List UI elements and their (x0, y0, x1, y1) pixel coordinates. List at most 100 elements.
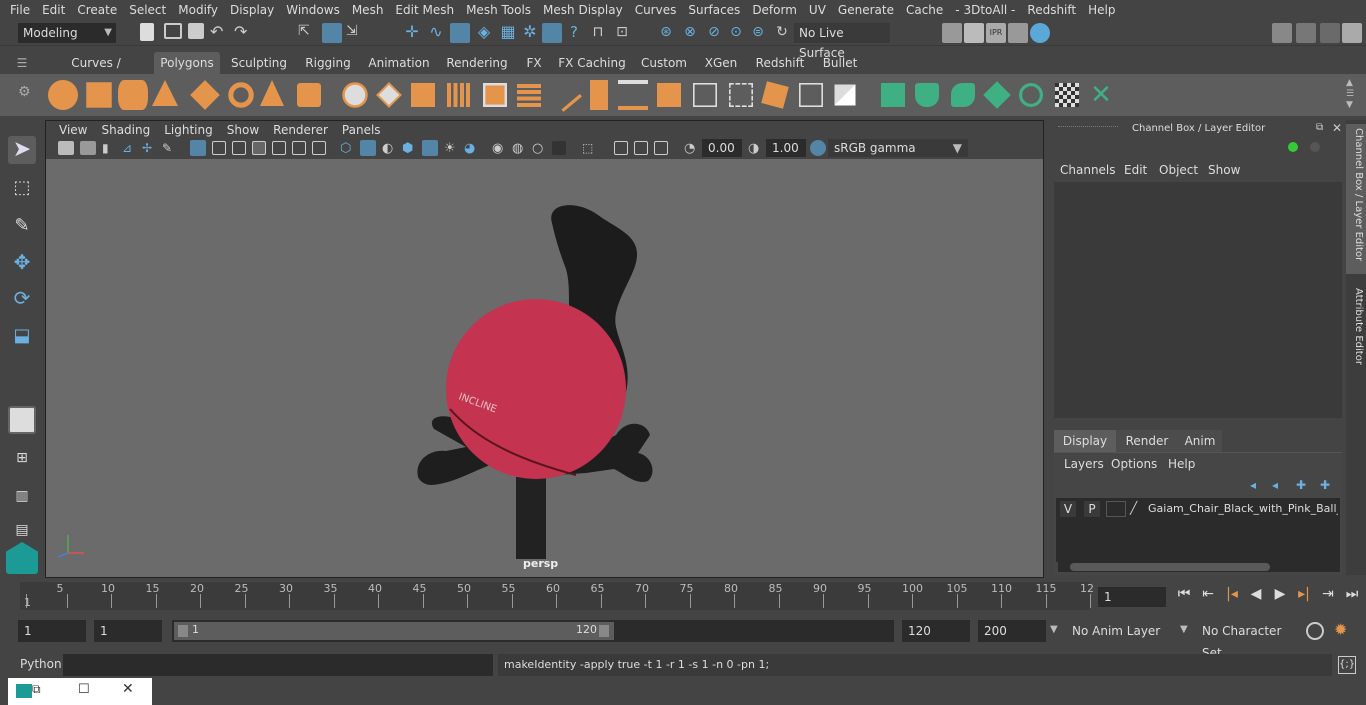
step-back-key-icon[interactable]: ⇤ (1198, 586, 1218, 602)
command-language-label[interactable]: Python (20, 657, 62, 671)
snap-curve-icon[interactable]: ∿ (426, 23, 446, 43)
collapse-icon[interactable] (834, 84, 856, 106)
range-right-grip[interactable] (599, 625, 609, 637)
hypershade-icon[interactable] (1030, 23, 1050, 43)
side-tab-attribute-editor[interactable]: Attribute Editor (1348, 288, 1364, 378)
bookmark-icon[interactable]: ▮ (102, 141, 112, 155)
tab-rigging[interactable]: Rigging (300, 52, 356, 74)
select-tool-icon[interactable]: ➤ (8, 136, 36, 164)
target-icon[interactable]: ⊡ (612, 23, 632, 43)
redo-icon[interactable]: ↷ (234, 23, 254, 43)
wireframe-on-shaded-icon[interactable]: ⬢ (402, 141, 416, 156)
tab-rendering[interactable]: Rendering (444, 52, 510, 74)
play-backward-icon[interactable]: ◀ (1246, 586, 1266, 602)
target-weld-icon[interactable] (799, 83, 823, 107)
modeling-toolkit-icon[interactable] (1272, 23, 1292, 43)
ipr-icon[interactable]: IPR (986, 23, 1006, 43)
script-editor-icon[interactable]: {;} (1338, 656, 1356, 674)
extrude-icon[interactable] (590, 80, 608, 110)
cb-menu-show[interactable]: Show (1208, 163, 1240, 177)
camera-attributes-icon[interactable] (80, 141, 96, 155)
tab-fx-caching[interactable]: FX Caching (558, 52, 626, 74)
select-components-icon[interactable]: ⇲ (346, 23, 366, 43)
tab-bullet[interactable]: Bullet (818, 52, 862, 74)
close-icon[interactable]: ✕ (122, 681, 134, 697)
merge-icon[interactable] (761, 81, 789, 109)
scale-tool-icon[interactable]: ⬓ (8, 322, 36, 350)
uv-editor-icon[interactable]: ✕ (1086, 80, 1116, 110)
snap-view-icon[interactable]: ◈ (474, 23, 494, 43)
live-surface-field[interactable]: No Live Surface (794, 23, 890, 60)
menu-mesh[interactable]: Mesh (346, 3, 390, 17)
shadows-icon[interactable]: ◕ (464, 141, 478, 156)
playback-end-input[interactable]: 120 (902, 620, 970, 642)
hud-icon[interactable] (614, 141, 628, 155)
menu-mesh-display[interactable]: Mesh Display (537, 3, 629, 17)
character-set-dropdown[interactable]: No Character Set (1196, 620, 1300, 660)
color-management-icon[interactable] (810, 140, 826, 156)
auto-key-icon[interactable] (1306, 622, 1324, 640)
playback-start-input[interactable]: 1 (94, 620, 162, 642)
open-scene-icon[interactable] (164, 23, 182, 39)
construction-icon[interactable]: ⊗ (680, 23, 700, 43)
uv-spherical-icon[interactable] (951, 83, 975, 107)
menu-mesh-tools[interactable]: Mesh Tools (460, 3, 537, 17)
offset-edge-loop-icon[interactable] (729, 83, 753, 107)
frame-selected-icon[interactable] (654, 141, 668, 155)
gamma-input[interactable]: 1.00 (766, 139, 806, 157)
vp-menu-shading[interactable]: Shading (94, 123, 157, 137)
snap-live-icon[interactable] (542, 23, 562, 43)
layer-menu-help[interactable]: Help (1168, 457, 1195, 471)
menu-file[interactable]: File (4, 3, 36, 17)
chevron-down-icon[interactable]: ▼ (1180, 624, 1188, 635)
gate-mask-icon[interactable] (252, 141, 266, 155)
menu-select[interactable]: Select (123, 3, 172, 17)
tab-fx[interactable]: FX (522, 52, 546, 74)
anim-layer-dropdown[interactable]: No Anim Layer (1066, 620, 1176, 642)
bridge-icon[interactable] (618, 80, 648, 110)
menu-redshift[interactable]: Redshift (1021, 3, 1082, 17)
side-tab-channel-box[interactable]: Channel Box / Layer Editor (1348, 128, 1364, 268)
poly-pyramid-icon[interactable] (260, 80, 284, 106)
new-layer-selected-icon[interactable]: ✚ (1320, 478, 1330, 492)
safe-action-icon[interactable] (292, 141, 306, 155)
menu-edit-mesh[interactable]: Edit Mesh (389, 3, 460, 17)
tab-xgen[interactable]: XGen (702, 52, 740, 74)
go-to-end-icon[interactable]: ⏭ (1342, 586, 1362, 602)
save-scene-icon[interactable] (188, 23, 204, 39)
step-forward-frame-icon[interactable]: ▸| (1294, 586, 1314, 602)
cb-menu-object[interactable]: Object (1159, 163, 1198, 177)
menu-create[interactable]: Create (71, 3, 123, 17)
combine-icon[interactable] (342, 82, 368, 108)
attribute-editor-toggle-icon[interactable] (1320, 23, 1340, 43)
exposure-input[interactable]: 0.00 (702, 139, 742, 157)
float-panel-icon[interactable]: ⧉ (1316, 122, 1323, 133)
character-controls-icon[interactable] (1296, 23, 1316, 43)
move-layer-up-icon[interactable]: ◂ (1250, 478, 1256, 492)
menu-cache[interactable]: Cache (900, 3, 949, 17)
chevron-down-icon[interactable]: ▼ (1050, 624, 1058, 635)
select-objects-icon[interactable] (322, 23, 342, 43)
render-view-icon[interactable] (942, 23, 962, 43)
panel-grip[interactable] (1058, 126, 1118, 130)
cb-menu-channels[interactable]: Channels (1060, 163, 1116, 177)
insert-edge-loop-icon[interactable] (693, 83, 717, 107)
resolution-gate-icon[interactable] (232, 141, 246, 155)
tab-curves-surfaces[interactable]: Curves / Surfaces (46, 52, 146, 92)
menu-generate[interactable]: Generate (832, 3, 900, 17)
scene-end-input[interactable]: 200 (978, 620, 1046, 642)
menu-modify[interactable]: Modify (172, 3, 224, 17)
last-tool-icon[interactable] (8, 406, 36, 434)
move-tool-icon[interactable]: ✥ (8, 248, 36, 276)
layer-menu-options[interactable]: Options (1111, 457, 1157, 471)
menu-display[interactable]: Display (224, 3, 280, 17)
go-to-start-icon[interactable]: ⏮ (1174, 586, 1194, 602)
image-plane-icon[interactable]: ⊿ (122, 141, 136, 155)
3d-scene-view[interactable]: INCLINE persp (46, 159, 1043, 577)
outliner-layout-icon[interactable]: ▤ (8, 516, 36, 544)
uv-unfold-icon[interactable] (1019, 83, 1043, 107)
field-chart-icon[interactable] (272, 141, 286, 155)
lasso-tool-icon[interactable]: ⬚ (8, 174, 36, 202)
render-icon[interactable] (964, 23, 984, 43)
smooth-icon[interactable] (447, 83, 471, 107)
